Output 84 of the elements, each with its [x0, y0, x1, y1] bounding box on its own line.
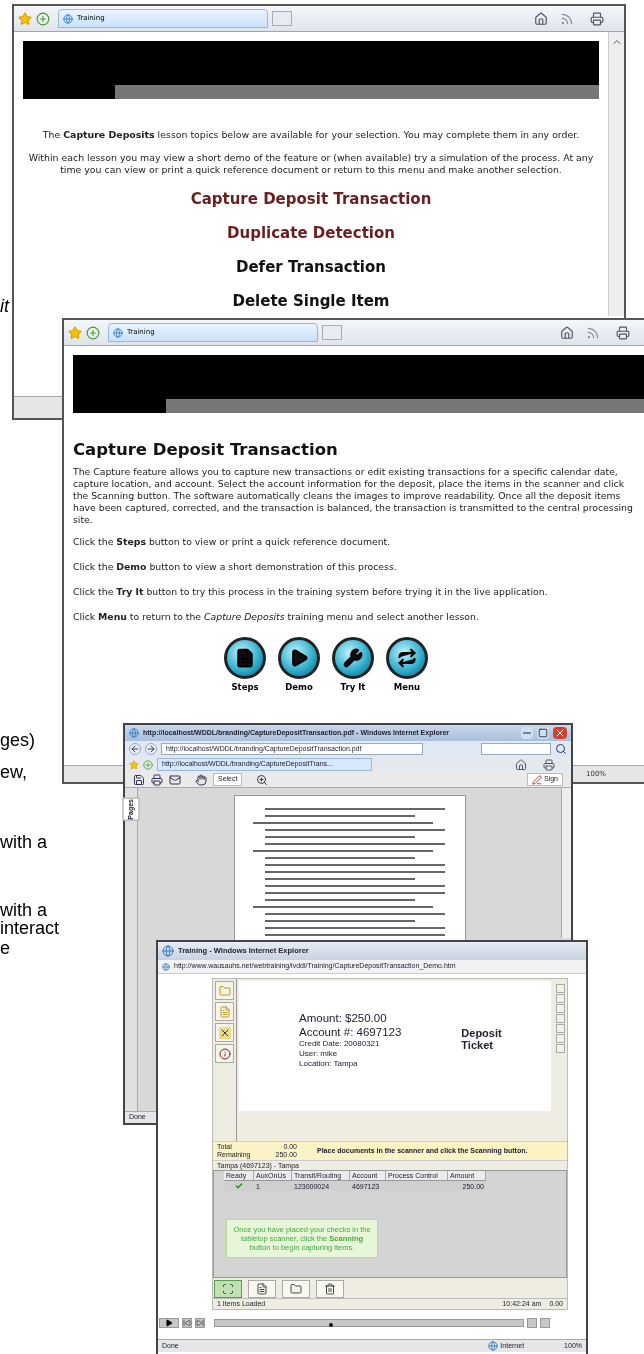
rewind-button[interactable] — [182, 1318, 192, 1328]
back-button[interactable] — [129, 743, 141, 755]
document-icon — [218, 1005, 231, 1018]
page-icon — [113, 327, 123, 338]
play-icon — [289, 648, 309, 668]
pen-icon — [532, 774, 542, 785]
skip-forward-icon — [196, 1319, 204, 1327]
ticket-title: Deposit Ticket — [461, 1027, 503, 1053]
info-icon — [218, 1047, 231, 1060]
volume-button[interactable] — [527, 1318, 537, 1328]
instructions-text: Within each lesson you may view a short demo of the feature or (when available) try a simulation of the process. At any time you can view or print a quick reference document or return to this menu and make another selection. — [27, 152, 595, 176]
favorites-star-icon[interactable] — [68, 325, 82, 340]
add-favorite-icon[interactable] — [86, 325, 100, 340]
scanner-icon — [222, 1283, 234, 1295]
feeds-icon[interactable] — [586, 325, 600, 340]
new-tab-button[interactable] — [272, 11, 292, 26]
page-icon — [162, 945, 174, 957]
document-text: with a — [0, 832, 48, 852]
favorites-star-icon[interactable] — [129, 759, 139, 770]
instruction-text: Click the Demo button to view a short demonstration of this process. — [73, 561, 398, 573]
email-icon[interactable] — [169, 773, 181, 786]
intro-text: The Capture Deposits lesson topics below are available for your selection. You may complete them in any order. — [42, 129, 580, 141]
document-icon — [256, 1283, 268, 1295]
wrench-icon — [343, 648, 363, 668]
ticket-field: Credit Date: 20080321 — [299, 1039, 402, 1049]
seek-thumb[interactable] — [328, 1323, 333, 1327]
document-text: interact — [0, 918, 60, 938]
lesson-heading: Capture Deposit Transaction — [73, 439, 339, 461]
print-icon[interactable] — [543, 758, 555, 771]
document-text: it — [0, 296, 9, 316]
page-icon — [162, 962, 170, 971]
print-icon[interactable] — [616, 325, 630, 340]
search-icon[interactable] — [555, 743, 567, 755]
lesson-link[interactable]: Defer Transaction — [236, 256, 386, 278]
document-text: ges) — [0, 730, 35, 750]
description-text: The Capture feature allows you to capture new transactions or edit existing transactions for a specific calendar date, capture location, and account. Select the account information for the deposit, place the items in the scanner and click the Scanning button. The software automatically cleans the images to improve readability. Once all the deposit items have been captured, corrected, and the transaction is balanced, the transaction is transmitted to the central processing site. — [73, 466, 634, 526]
zoom-icon[interactable] — [256, 773, 269, 786]
new-tab-button[interactable] — [322, 325, 342, 340]
home-icon[interactable] — [534, 11, 548, 26]
page-icon — [63, 13, 73, 24]
tool-button[interactable] — [316, 1280, 344, 1298]
forward-button[interactable] — [195, 1318, 205, 1328]
ticket-field: Account #: 4697123 — [299, 1025, 402, 1039]
trash-icon — [324, 1283, 336, 1295]
lesson-link[interactable]: Delete Single Item — [232, 290, 390, 312]
page-icon — [129, 728, 139, 738]
folder-icon — [290, 1283, 302, 1295]
search-field[interactable] — [481, 743, 551, 755]
home-icon[interactable] — [515, 758, 527, 771]
mute-button[interactable] — [540, 1318, 550, 1328]
close-icon — [218, 1026, 231, 1039]
forward-button[interactable] — [145, 743, 157, 755]
favorites-star-icon[interactable] — [18, 11, 32, 26]
folder-icon — [218, 984, 231, 997]
feeds-icon[interactable] — [560, 11, 574, 26]
close-button[interactable] — [553, 727, 567, 739]
play-button[interactable] — [159, 1318, 179, 1328]
ticket-field: Amount: $250.00 — [299, 1011, 402, 1025]
tool-button[interactable] — [215, 1044, 234, 1063]
ticket-field: Location: Tampa — [299, 1059, 402, 1069]
save-icon[interactable] — [133, 773, 145, 786]
ticket-field: User: mike — [299, 1049, 402, 1059]
document-text: e — [0, 938, 10, 958]
lesson-link[interactable]: Capture Deposit Transaction — [190, 188, 432, 210]
instruction-text: Click the Steps button to view or print a quick reference document. — [73, 536, 392, 548]
hand-tool-icon[interactable] — [195, 773, 207, 786]
tool-button[interactable] — [215, 1023, 234, 1042]
add-favorite-icon[interactable] — [143, 759, 153, 770]
document-icon — [235, 648, 255, 668]
print-icon[interactable] — [151, 773, 163, 786]
repeat-icon — [397, 648, 417, 668]
minimize-button[interactable] — [521, 727, 533, 739]
lesson-link[interactable]: Duplicate Detection — [227, 222, 395, 244]
document-text: ew, — [0, 762, 28, 782]
skip-back-icon — [183, 1319, 191, 1327]
internet-zone-icon — [488, 1341, 499, 1351]
maximize-button[interactable] — [537, 727, 549, 739]
instruction-text: Click Menu to return to the Capture Deposits training menu and select another lesson. — [73, 611, 480, 623]
add-favorite-icon[interactable] — [36, 11, 50, 26]
print-icon[interactable] — [590, 11, 604, 26]
home-icon[interactable] — [560, 325, 574, 340]
document-text: with a — [0, 900, 48, 920]
instruction-text: Click the Try It button to try this process in the training system before trying it in the live application. — [73, 586, 549, 598]
play-icon — [165, 1319, 173, 1327]
